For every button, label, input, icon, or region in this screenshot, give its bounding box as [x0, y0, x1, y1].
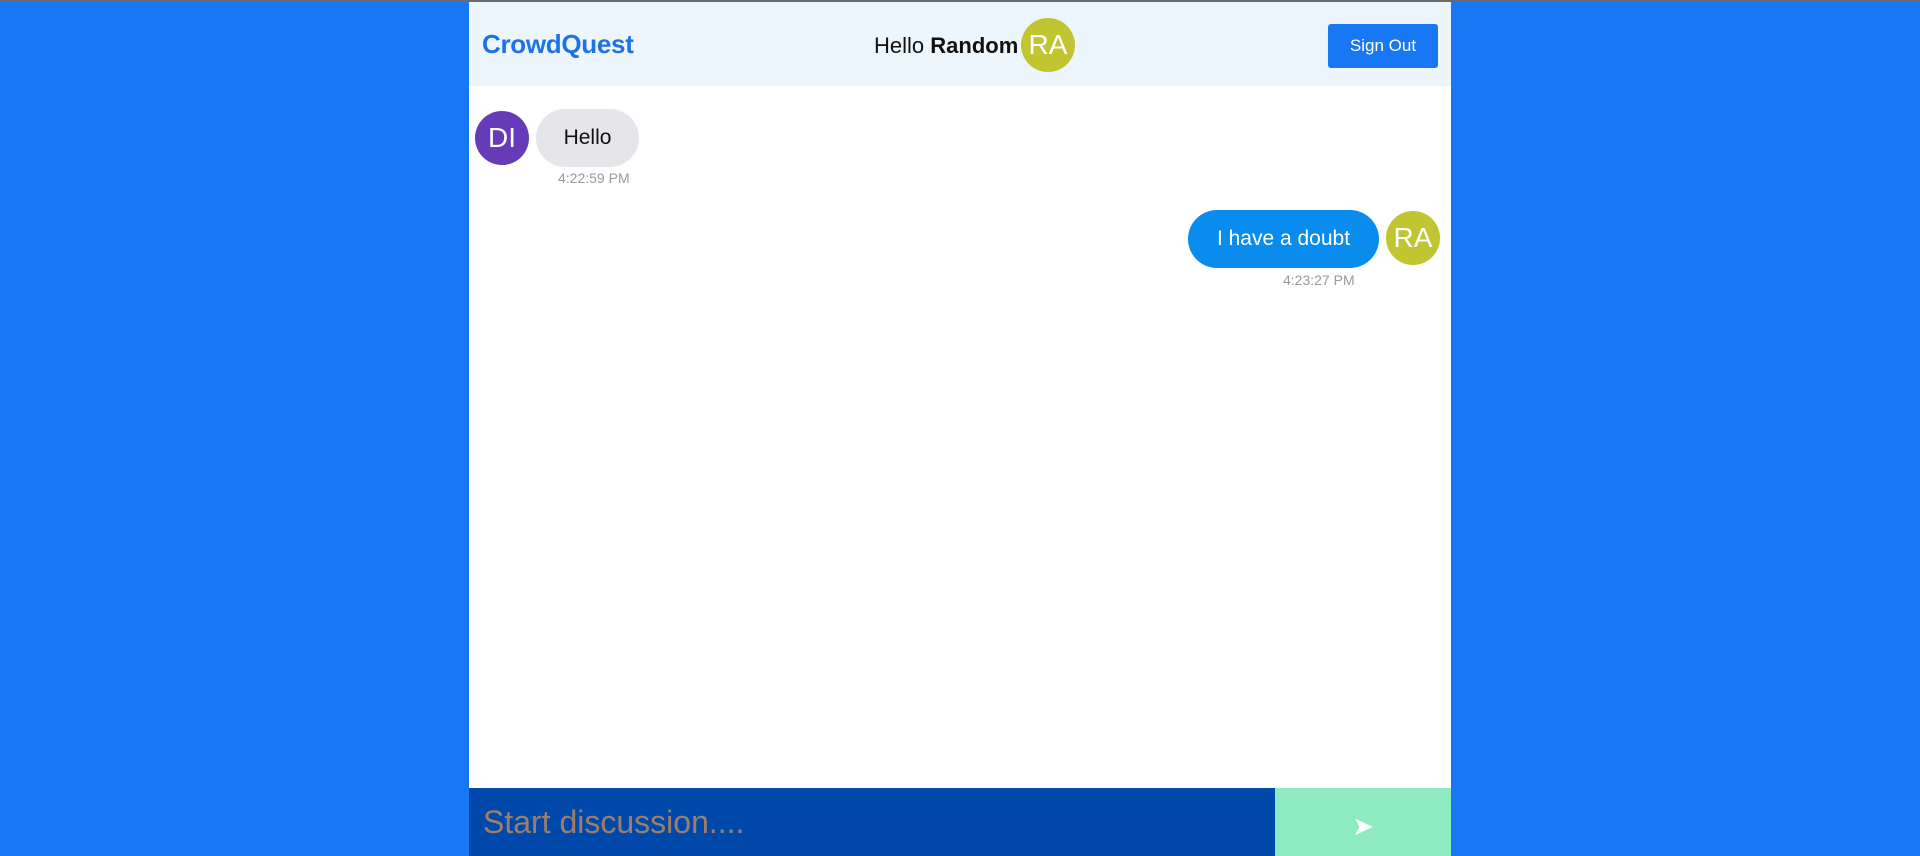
send-arrow-icon: ➤ [1352, 810, 1374, 841]
user-avatar: RA [1021, 18, 1075, 72]
chat-app: CrowdQuest Hello Random RA Sign Out DI H… [469, 2, 1451, 856]
sender-avatar: RA [1386, 211, 1440, 265]
user-greeting: Hello Random [874, 33, 1018, 59]
sign-out-button[interactable]: Sign Out [1328, 24, 1438, 68]
message-bubble: Hello [536, 109, 639, 167]
message-timestamp: 4:23:27 PM [1283, 272, 1355, 288]
user-name: Random [930, 33, 1019, 58]
app-header: CrowdQuest Hello Random RA Sign Out [469, 2, 1451, 86]
message-composer: ➤ [469, 788, 1451, 856]
brand-logo[interactable]: CrowdQuest [482, 29, 634, 60]
greeting-prefix: Hello [874, 33, 925, 58]
send-button[interactable]: ➤ [1275, 788, 1451, 856]
sender-avatar: DI [475, 111, 529, 165]
message-timestamp: 4:22:59 PM [558, 170, 630, 186]
message-bubble: I have a doubt [1188, 210, 1379, 268]
message-input[interactable] [469, 788, 1275, 856]
